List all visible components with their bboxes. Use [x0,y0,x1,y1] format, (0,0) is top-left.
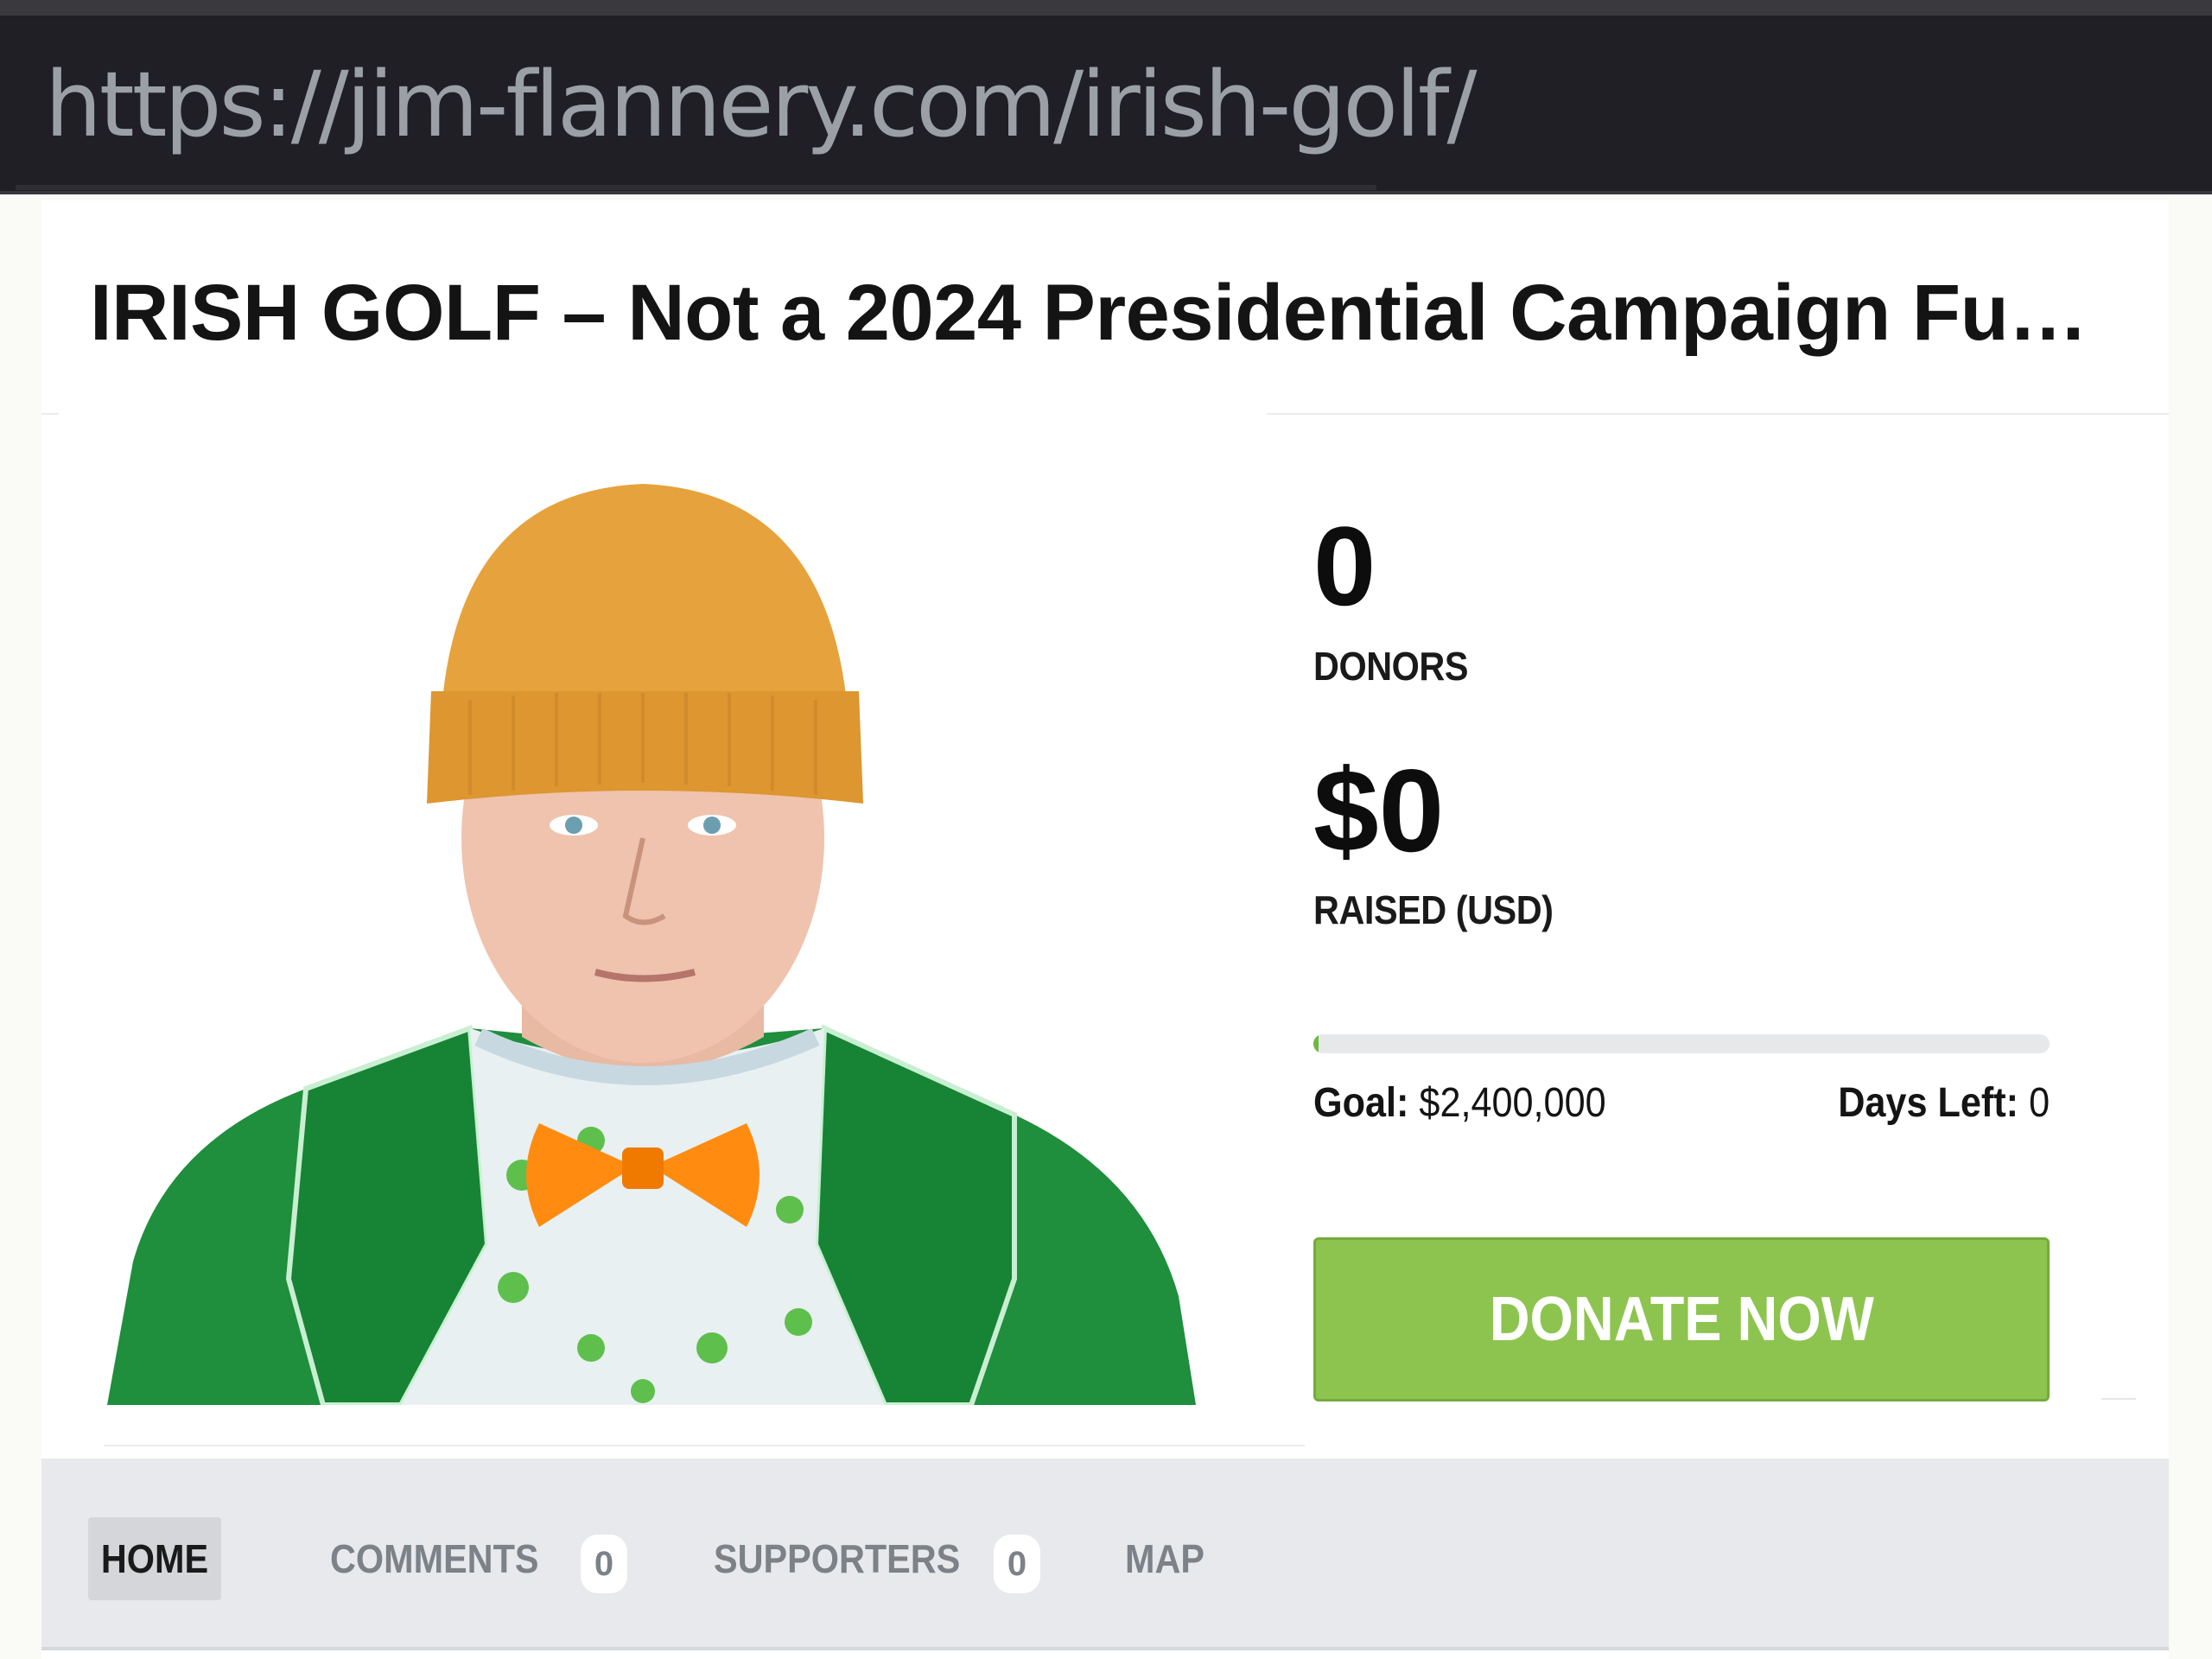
tab-comments-label: COMMENTS [330,1536,539,1581]
goal-label: Goal: [1313,1080,1409,1126]
divider [2101,1398,2136,1400]
tab-home-label: HOME [100,1536,209,1581]
raised-label: RAISED (USD) [1313,887,1554,932]
goal: Goal: $2,400,000 [1313,1073,1606,1134]
supporters-count-badge: 0 [994,1535,1040,1593]
funding-progress-fill [1313,1034,1319,1053]
tab-home[interactable]: HOME [88,1517,221,1600]
divider [104,1445,1305,1446]
funding-progress-bar [1313,1034,2050,1053]
address-bar-divider [16,185,1376,190]
goal-value: $2,400,000 [1419,1080,1606,1126]
address-bar[interactable]: https://jim-flannery.com/irish-golf/ [0,16,2212,194]
url-text[interactable]: https://jim-flannery.com/irish-golf/ [45,48,1478,161]
campaign-title: IRISH GOLF – Not a 2024 Presidential Cam… [90,269,2088,357]
donate-now-label: DONATE NOW [1489,1285,1874,1354]
donors-count: 0 [1313,503,1376,629]
donate-now-button[interactable]: DONATE NOW [1313,1237,2050,1402]
goal-row: Goal: $2,400,000 Days Left: 0 [1313,1073,2050,1134]
days-left: Days Left: 0 [1838,1073,2050,1134]
campaign-tabs: HOME COMMENTS 0 SUPPORTERS 0 MAP [41,1459,2169,1647]
days-left-value: 0 [2028,1080,2050,1126]
campaign-page: IRISH GOLF – Not a 2024 Presidential Cam… [41,200,2169,1659]
divider [41,1647,2169,1650]
days-left-label: Days Left: [1838,1080,2018,1126]
campaign-photo [107,484,1196,1405]
divider [41,413,59,415]
tab-comments[interactable]: COMMENTS 0 [330,1517,627,1600]
tab-supporters[interactable]: SUPPORTERS 0 [714,1517,1040,1600]
donors-label: DONORS [1313,644,1469,689]
tab-supporters-label: SUPPORTERS [714,1536,961,1581]
tab-map-label: MAP [1125,1536,1205,1581]
raised-amount: $0 [1313,745,1445,876]
tab-map[interactable]: MAP [1125,1517,1213,1600]
divider [1267,413,2169,415]
comments-count-badge: 0 [581,1535,627,1593]
